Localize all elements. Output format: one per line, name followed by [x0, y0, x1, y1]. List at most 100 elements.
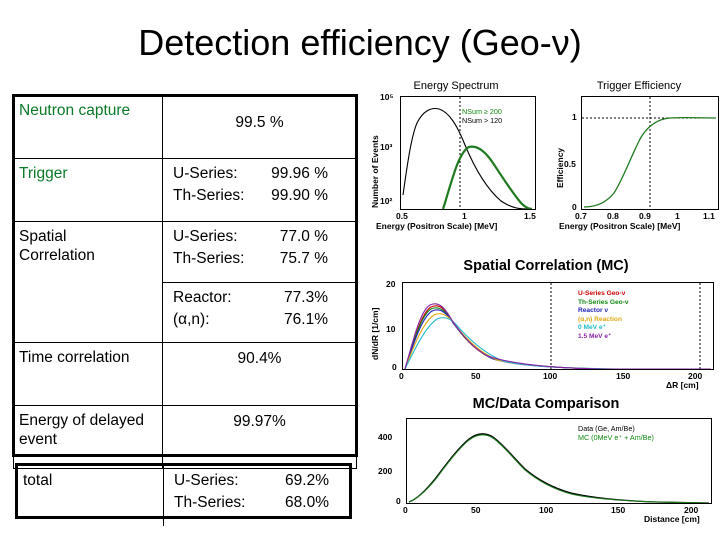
kv-value: 75.7 % — [279, 250, 328, 267]
efficiency-table: Neutron capture 99.5 % Trigger U-Series:… — [13, 95, 357, 469]
legend-entry: NSum > 120 — [462, 116, 503, 126]
table-row: Spatial Correlation U-Series: 77.0 % Th-… — [13, 221, 357, 343]
kv-value: 76.1% — [284, 310, 328, 328]
total-table: total U-Series: 69.2% Th-Series: 68.0% — [18, 466, 349, 526]
x-tick: 0 — [403, 505, 408, 515]
row-value-reactor-alpha-n: Reactor: 77.3% (α,n): 76.1% — [162, 281, 357, 343]
series-mc — [408, 434, 710, 503]
row-label-energy-delayed-event: Energy of delayed event — [13, 405, 163, 469]
x-tick: 1.5 — [524, 211, 536, 221]
series-u-series — [404, 305, 711, 369]
total-table-outer-border: total U-Series: 69.2% Th-Series: 68.0% — [15, 463, 352, 526]
table-row: Time correlation 90.4% — [13, 342, 357, 406]
x-axis-label: Distance [cm] — [644, 514, 700, 524]
x-tick: 0 — [399, 371, 404, 381]
x-tick: 150 — [616, 371, 631, 381]
plot-svg — [404, 283, 711, 369]
x-tick: 0.7 — [575, 211, 587, 221]
kv-value: 68.0% — [285, 494, 329, 511]
x-tick: 1.1 — [703, 211, 715, 221]
kv-pair: U-Series: 69.2% — [174, 470, 329, 492]
chart-energy-spectrum: Energy Spectrum Number of Events 10⁵ 10³… — [366, 80, 538, 231]
y-tick: 200 — [378, 466, 393, 476]
row-label-neutron-capture: Neutron capture — [13, 95, 163, 159]
legend-entry: (α,n) Reaction — [578, 315, 622, 323]
x-axis-label: Energy (Positron Scale) [MeV] — [376, 221, 498, 231]
x-tick: 0.5 — [396, 211, 408, 221]
row-value-energy-delayed-event: 99.97% — [162, 405, 357, 469]
y-tick: 0 — [392, 362, 397, 372]
legend-entry: Th-Series Geo-ν — [578, 298, 629, 306]
value-text: 99.97% — [233, 413, 286, 430]
series-th-series — [404, 307, 711, 369]
chart-legend: U-Series Geo-ν Th-Series Geo-ν Reactor ν… — [578, 290, 629, 342]
x-tick: 0.8 — [607, 211, 619, 221]
kv-key: (α,n): — [173, 310, 210, 328]
kv-key: U-Series: — [174, 472, 239, 489]
x-axis-label: ΔR [cm] — [666, 380, 699, 390]
legend-entry: 0 MeV e⁺ — [578, 324, 607, 332]
series-nsum-200 — [441, 145, 533, 209]
kv-value: 77.3% — [284, 288, 328, 306]
legend-entry: NSum ≥ 200 — [462, 107, 502, 116]
series-0mev-positron — [404, 317, 711, 369]
row-label-time-correlation: Time correlation — [13, 342, 163, 406]
kv-key: Th-Series: — [174, 494, 246, 511]
kv-key: Th-Series: — [173, 250, 245, 267]
y-axis-label: Number of Events — [370, 135, 380, 208]
chart-mc-data-comparison: MC/Data Comparison 400 200 0 Data (Ge, A… — [366, 396, 720, 526]
plot-frame — [402, 282, 714, 370]
legend-entry: Reactor ν — [578, 307, 609, 315]
kv-pair: Th-Series: 68.0% — [174, 492, 329, 514]
kv-key: U-Series: — [173, 165, 238, 182]
row-value-neutron-capture: 99.5 % — [162, 95, 357, 159]
x-tick: 0.9 — [639, 211, 651, 221]
chart-title: Energy Spectrum — [413, 80, 499, 92]
plot-frame — [406, 418, 712, 504]
table-row: total U-Series: 69.2% Th-Series: 68.0% — [18, 466, 349, 526]
label-text: Spatial Correlation — [19, 228, 95, 264]
chart-legend: Data (Ge, Am/Be) MC (0MeV e⁺ + Am/Be) — [578, 424, 654, 443]
y-tick: 10³ — [380, 142, 393, 152]
kv-key: Reactor: — [173, 288, 232, 306]
y-tick: 400 — [378, 432, 393, 442]
table-row: Trigger U-Series: 99.96 % Th-Series: 99.… — [13, 158, 357, 222]
chart-legend: NSum ≥ 200 NSum > 120 — [462, 107, 502, 126]
kv-pair: U-Series: 99.96 % — [173, 163, 328, 185]
row-value-time-correlation: 90.4% — [162, 342, 357, 406]
legend-entry: Data (Ge, Am/Be) — [578, 424, 635, 433]
chart-title: MC/Data Comparison — [472, 396, 620, 412]
series-1p5mev-positron — [404, 303, 711, 369]
x-tick: 100 — [543, 371, 558, 381]
plot-frame — [581, 96, 719, 210]
legend-entry: U-Series Geo-ν — [578, 290, 626, 297]
kv-pair: U-Series: 77.0 % — [173, 226, 328, 248]
row-value-spatial-correlation: U-Series: 77.0 % Th-Series: 75.7 % — [162, 221, 357, 283]
row-label-trigger: Trigger — [13, 158, 163, 222]
chart-spatial-correlation: Spatial Correlation (MC) dN/dR [1/cm] 20… — [366, 258, 720, 390]
kv-value: 69.2% — [285, 472, 329, 489]
kv-key: U-Series: — [173, 228, 238, 245]
slide-root: Detection efficiency (Geo-ν) Neutron cap… — [0, 0, 720, 540]
series-data — [408, 433, 710, 503]
kv-pair: (α,n): 76.1% — [173, 309, 328, 331]
kv-value: 77.0 % — [279, 228, 328, 245]
x-tick: 1 — [462, 211, 467, 221]
legend-entry: 1.5 MeV e⁺ — [578, 332, 612, 340]
kv-pair: Th-Series: 99.90 % — [173, 185, 328, 207]
y-tick: 10⁵ — [380, 92, 394, 102]
chart-trigger-efficiency: Trigger Efficiency Efficiency 1 0.5 0 0.… — [551, 80, 720, 231]
total-label: total — [18, 466, 164, 526]
kv-pair: Reactor: 77.3% — [173, 287, 328, 309]
kv-pair: Th-Series: 75.7 % — [173, 248, 328, 270]
y-tick: 0 — [396, 496, 401, 506]
y-axis-label: dN/dR [1/cm] — [370, 307, 380, 360]
x-tick: 50 — [471, 505, 481, 515]
y-tick: 20 — [386, 279, 396, 289]
kv-value: 99.96 % — [271, 165, 328, 182]
row-value-trigger: U-Series: 99.96 % Th-Series: 99.90 % — [162, 158, 357, 222]
plot-svg — [408, 433, 710, 503]
y-tick: 1 — [572, 112, 577, 122]
x-axis-label: Energy (Positron Scale) [MeV] — [559, 221, 681, 231]
chart-title: Spatial Correlation (MC) — [463, 258, 629, 274]
